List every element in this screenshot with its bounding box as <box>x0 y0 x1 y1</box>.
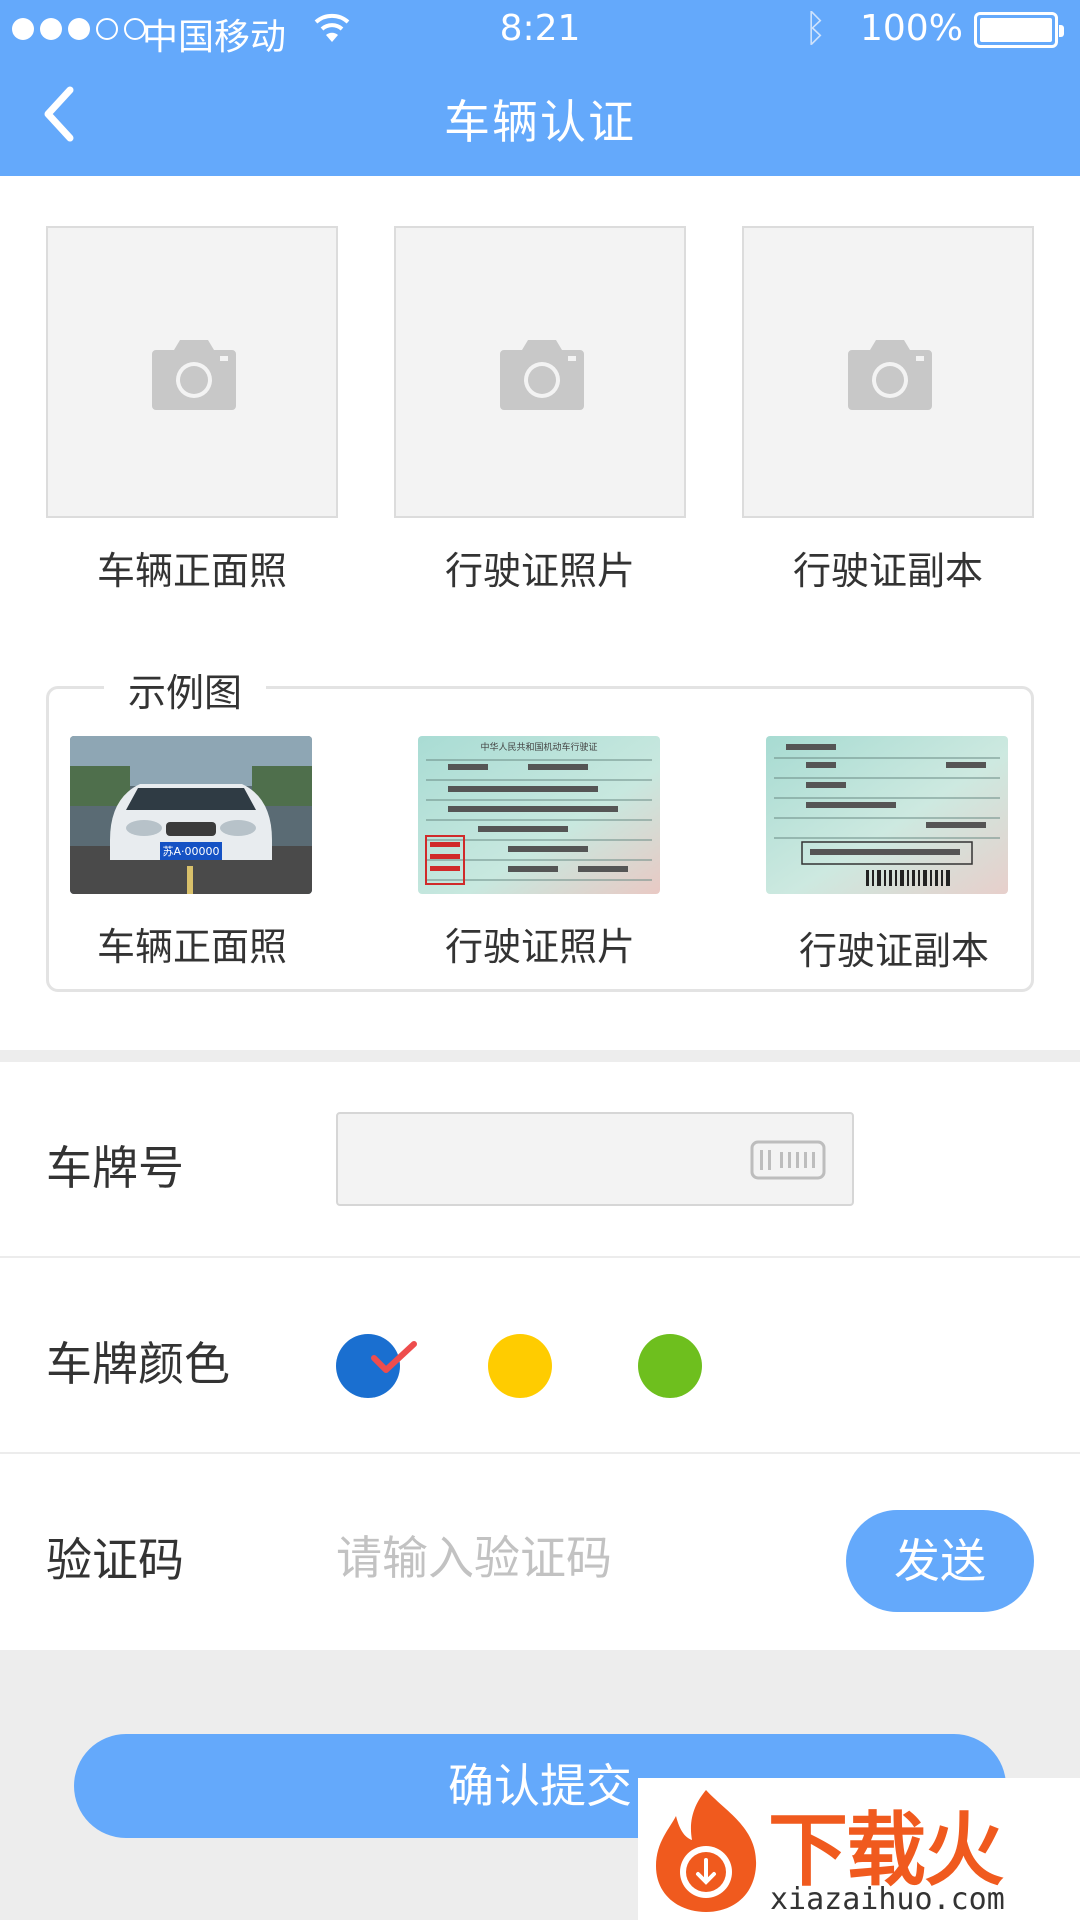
watermark-url: xiazaihuo.com <box>770 1882 1005 1917</box>
example-license-copy-image <box>766 736 1008 894</box>
example-license-photo-image: 中华人民共和国机动车行驶证 <box>418 736 660 894</box>
check-icon <box>371 1341 417 1373</box>
battery-icon <box>974 12 1064 48</box>
plate-number-label: 车牌号 <box>46 1141 184 1195</box>
upload-license-copy-button[interactable] <box>742 226 1034 518</box>
verification-code-label: 验证码 <box>46 1533 184 1587</box>
photo-upload-section: 车辆正面照 行驶证照片 行驶证副本 示例图 苏A·00000 中华人民共和国机动… <box>0 176 1080 1050</box>
plate-number-row: 车牌号 <box>0 1062 1080 1258</box>
status-bar: 中国移动 8:21 ᛒ 100% <box>0 0 1080 60</box>
example-car-image: 苏A·00000 <box>70 736 312 894</box>
example-title: 示例图 <box>104 662 267 717</box>
bluetooth-icon: ᛒ <box>804 6 827 50</box>
example-label-vehicle-front: 车辆正面照 <box>96 925 287 969</box>
upload-label-vehicle-front: 车辆正面照 <box>96 549 287 593</box>
upload-license-photo-button[interactable] <box>394 226 686 518</box>
example-doc-title: 中华人民共和国机动车行驶证 <box>480 741 597 753</box>
plate-color-row: 车牌颜色 <box>0 1258 1080 1454</box>
app-header: 中国移动 8:21 ᛒ 100% 车辆认证 <box>0 0 1080 176</box>
plate-number-input[interactable] <box>336 1112 854 1206</box>
download-flame-logo-icon <box>656 1790 757 1912</box>
example-plate-text: 苏A·00000 <box>162 845 219 858</box>
example-label-license-photo: 行驶证照片 <box>444 925 635 969</box>
watermark: 下载火 xiazaihuo.com <box>638 1778 1080 1920</box>
plate-color-green-option[interactable] <box>638 1334 702 1398</box>
camera-icon <box>500 340 584 410</box>
upload-label-license-photo: 行驶证照片 <box>444 549 635 593</box>
upload-label-license-copy: 行驶证副本 <box>792 549 983 593</box>
plate-keyboard-icon[interactable] <box>750 1140 826 1180</box>
verification-code-row: 验证码 请输入验证码 发送 <box>0 1454 1080 1650</box>
upload-vehicle-front-button[interactable] <box>46 226 338 518</box>
plate-color-yellow-option[interactable] <box>488 1334 552 1398</box>
battery-percent: 100% <box>860 8 963 49</box>
page-title: 车辆认证 <box>444 95 636 149</box>
send-code-button[interactable]: 发送 <box>846 1510 1034 1612</box>
example-label-license-copy: 行驶证副本 <box>798 929 989 973</box>
verification-code-input[interactable]: 请输入验证码 <box>336 1522 736 1588</box>
plate-color-label: 车牌颜色 <box>46 1337 230 1391</box>
camera-icon <box>848 340 932 410</box>
camera-icon <box>152 340 236 410</box>
